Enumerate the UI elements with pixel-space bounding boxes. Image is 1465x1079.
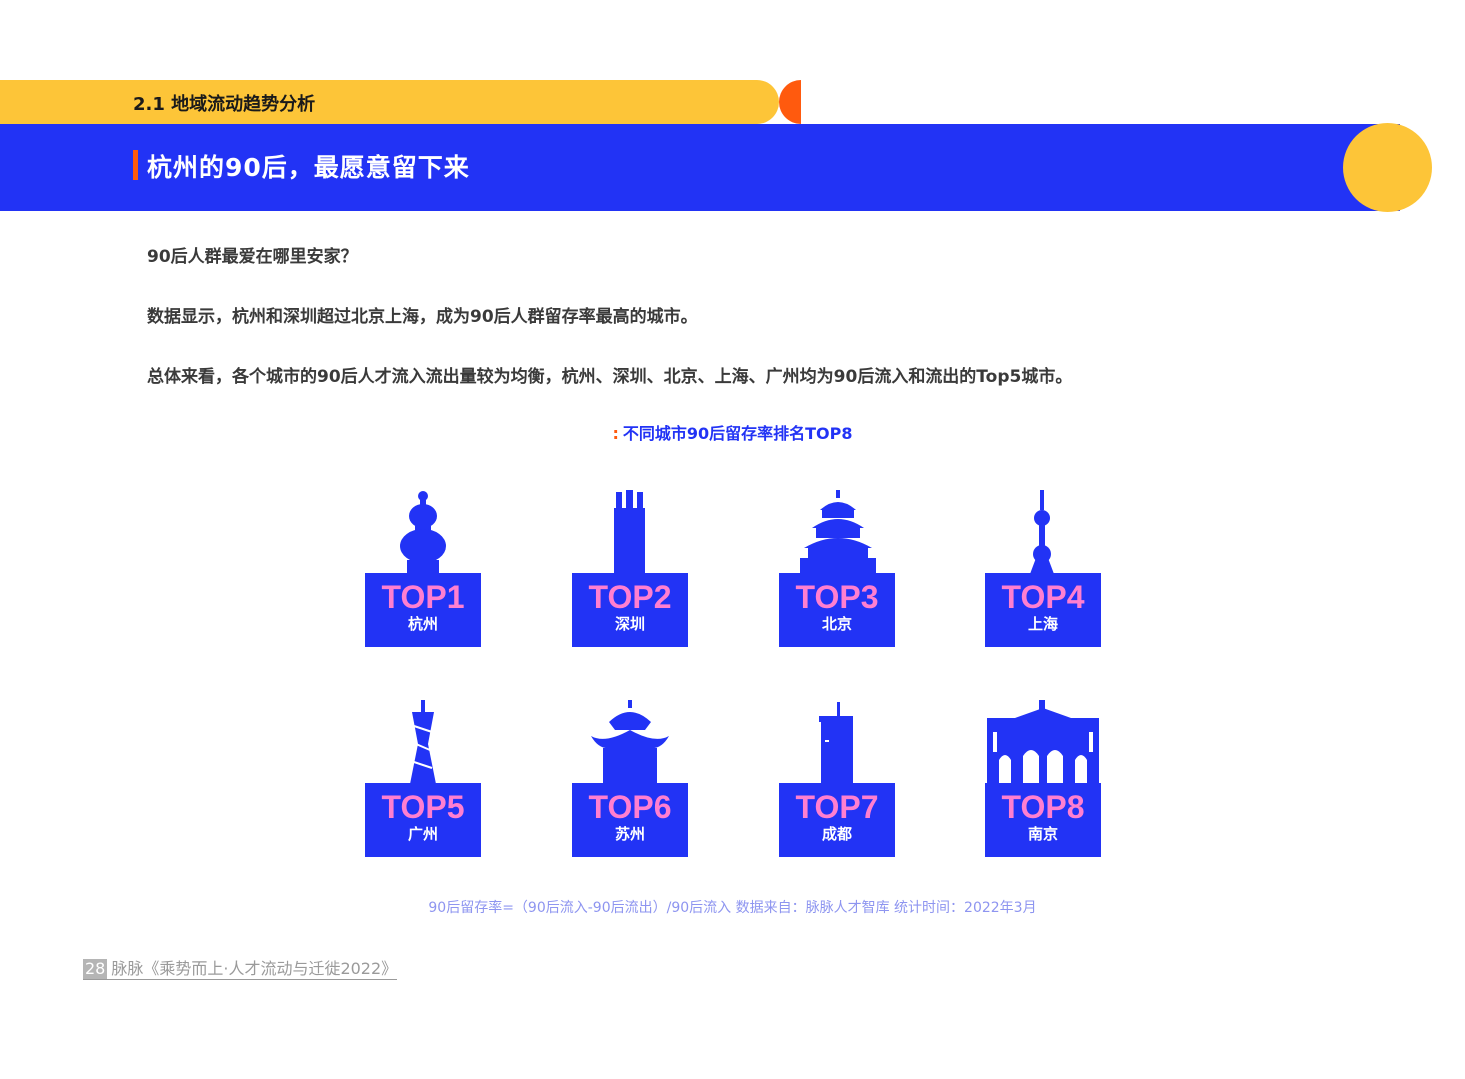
canton-tower-icon xyxy=(410,700,436,784)
title-marker xyxy=(133,150,138,180)
paragraph-question: 90后人群最爱在哪里安家？ xyxy=(147,247,358,267)
suzhou-pavilion-icon xyxy=(591,700,669,784)
rank-card-6: TOP6 苏州 xyxy=(572,783,688,857)
city-label: 成都 xyxy=(821,825,852,843)
rank-label: TOP5 xyxy=(381,789,465,825)
temple-of-heaven-icon xyxy=(800,490,876,574)
paragraph-summary: 总体来看，各个城市的90后人才流入流出量较为均衡，杭州、深圳、北京、上海、广州均… xyxy=(147,367,1073,387)
rank-card-1: TOP1 杭州 xyxy=(365,573,481,647)
city-label: 北京 xyxy=(821,615,852,633)
decor-circle xyxy=(1343,123,1432,212)
rank-label: TOP2 xyxy=(588,579,672,615)
section-header-accent xyxy=(779,80,801,124)
caption-colon: : xyxy=(612,424,619,443)
rank-label: TOP1 xyxy=(381,579,465,615)
section-header-bar xyxy=(0,80,779,124)
nanjing-gate-icon xyxy=(987,700,1099,784)
report-title: 脉脉《乘势而上·人才流动与迁徙2022》 xyxy=(111,959,398,978)
source-footnote: 90后留存率=（90后流入-90后流出）/90后流入 数据来自：脉脉人才智库 统… xyxy=(428,900,1037,916)
shenzhen-tower-icon xyxy=(614,490,645,574)
oriental-pearl-tower-icon xyxy=(1030,490,1054,574)
page-footer: 28 脉脉《乘势而上·人才流动与迁徙2022》 xyxy=(83,959,398,980)
city-label: 广州 xyxy=(407,825,438,843)
chart-caption: : 不同城市90后留存率排名TOP8 xyxy=(0,420,1465,444)
chengdu-tower-icon xyxy=(819,702,853,784)
rank-label: TOP7 xyxy=(795,789,879,825)
city-label: 南京 xyxy=(1027,825,1058,843)
rank-card-5: TOP5 广州 xyxy=(365,783,481,857)
city-label: 深圳 xyxy=(614,615,645,633)
rank-label: TOP4 xyxy=(1001,579,1085,615)
page-number: 28 xyxy=(83,959,108,979)
city-label: 杭州 xyxy=(407,615,438,633)
rank-label: TOP3 xyxy=(795,579,879,615)
rank-card-8: TOP8 南京 xyxy=(985,783,1101,857)
rank-label: TOP8 xyxy=(1001,789,1085,825)
rank-card-3: TOP3 北京 xyxy=(779,573,895,647)
rank-label: TOP6 xyxy=(588,789,672,825)
section-label: 2.1 地域流动趋势分析 xyxy=(133,94,316,115)
page-title: 杭州的90后，最愿意留下来 xyxy=(147,153,470,182)
paragraph-finding: 数据显示，杭州和深圳超过北京上海，成为90后人群留存率最高的城市。 xyxy=(147,307,698,327)
caption-text: 不同城市90后留存率排名TOP8 xyxy=(622,424,853,443)
rank-card-4: TOP4 上海 xyxy=(985,573,1101,647)
hangzhou-pagoda-icon xyxy=(400,491,446,574)
rank-card-2: TOP2 深圳 xyxy=(572,573,688,647)
rank-card-7: TOP7 成都 xyxy=(779,783,895,857)
city-label: 苏州 xyxy=(614,825,645,843)
city-label: 上海 xyxy=(1027,615,1058,633)
